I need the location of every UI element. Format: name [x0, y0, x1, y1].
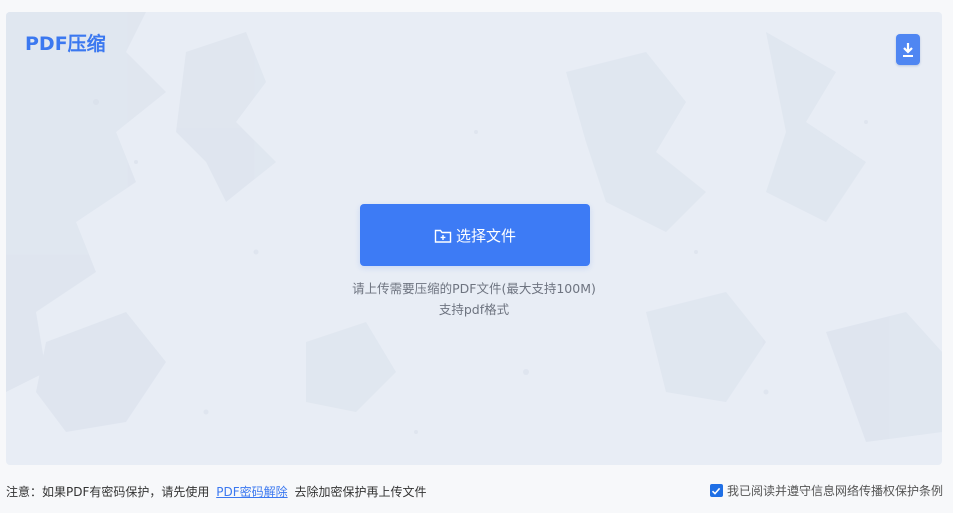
select-file-button[interactable]: 选择文件	[360, 204, 590, 266]
download-button[interactable]	[896, 34, 920, 65]
format-hint: 支持pdf格式	[438, 302, 510, 317]
notice-prefix: 注意：如果PDF有密码保护，请先使用	[6, 485, 210, 499]
select-file-label: 选择文件	[455, 226, 516, 245]
folder-upload-icon	[434, 228, 452, 244]
agreement: 我已阅读并遵守信息网络传播权保护条例	[709, 482, 943, 499]
agreement-label[interactable]: 我已阅读并遵守信息网络传播权保护条例	[727, 482, 943, 499]
agreement-checkbox[interactable]	[709, 484, 723, 497]
password-notice: 注意：如果PDF有密码保护，请先使用 PDF密码解除 去除加密保护再上传文件	[6, 483, 426, 500]
page-title: PDF压缩	[25, 33, 106, 55]
upload-panel: PDF压缩 选择文件 请上传需要压缩的PDF文件(最大支持100M) 支持pdf…	[6, 12, 942, 465]
upload-hint: 请上传需要压缩的PDF文件(最大支持100M)	[352, 281, 596, 296]
pdf-password-remove-link[interactable]: PDF密码解除	[216, 485, 287, 499]
download-icon	[903, 42, 913, 57]
notice-suffix: 去除加密保护再上传文件	[294, 485, 427, 499]
checkbox-checked-icon	[712, 487, 721, 495]
